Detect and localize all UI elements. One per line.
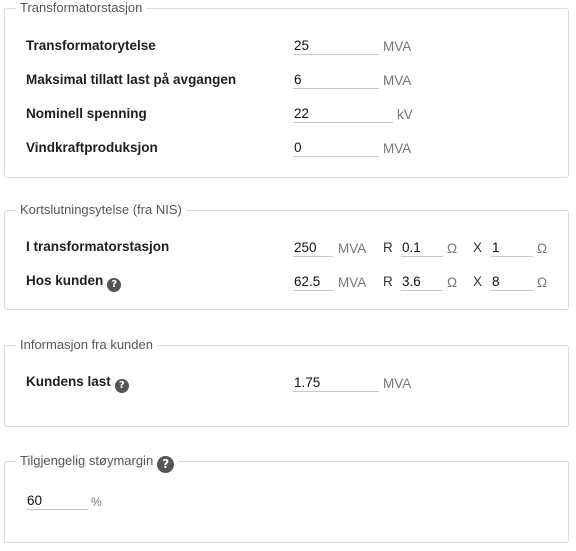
substation-r-label: R — [383, 240, 393, 255]
substation-x-unit: Ω — [537, 241, 548, 256]
transformer-legend: Transformatorstasjon — [16, 0, 147, 16]
substation-r-input[interactable]: 0.1 — [401, 239, 443, 257]
customer-site-help-icon[interactable]: ? — [107, 278, 122, 292]
customer-info-section: Informasjon fra kunden Kundens last? 1.7… — [4, 337, 569, 427]
customer-load-label: Kundens last? — [26, 374, 129, 393]
max-load-input[interactable]: 6 — [293, 71, 379, 89]
noise-margin-section: Tilgjengelig støymargin? 60 % — [4, 453, 569, 543]
substation-mva-input[interactable]: 250 — [293, 239, 333, 257]
customer-site-x-input[interactable]: 8 — [491, 273, 533, 291]
customer-info-legend: Informasjon fra kunden — [16, 337, 157, 353]
customer-load-unit: MVA — [383, 376, 412, 391]
nominal-voltage-label: Nominell spenning — [26, 106, 147, 121]
customer-site-label: Hos kunden? — [26, 273, 122, 292]
transformer-section: Transformatorstasjon Transformatorytelse… — [4, 0, 569, 178]
substation-label: I transformatorstasjon — [26, 239, 170, 254]
customer-load-input[interactable]: 1.75 — [293, 374, 379, 392]
noise-margin-unit: % — [91, 495, 102, 509]
wind-power-unit: MVA — [383, 141, 412, 156]
customer-site-mva-input[interactable]: 62.5 — [293, 273, 333, 291]
noise-margin-legend-text: Tilgjengelig støymargin — [20, 453, 154, 468]
max-load-label: Maksimal tillatt last på avgangen — [26, 72, 237, 87]
substation-x-input[interactable]: 1 — [491, 239, 533, 257]
substation-r-unit: Ω — [447, 241, 458, 256]
transformer-rating-label: Transformatorytelse — [26, 38, 156, 53]
substation-x-label: X — [473, 240, 483, 255]
transformer-rating-input[interactable]: 25 — [293, 37, 379, 55]
short-circuit-legend: Kortslutningsytelse (fra NIS) — [16, 202, 186, 218]
customer-site-label-text: Hos kunden — [26, 273, 104, 288]
noise-margin-input[interactable]: 60 — [26, 492, 88, 510]
short-circuit-section: Kortslutningsytelse (fra NIS) I transfor… — [4, 202, 569, 310]
customer-site-mva-unit: MVA — [338, 275, 367, 290]
noise-margin-legend: Tilgjengelig støymargin? — [16, 453, 179, 473]
customer-load-help-icon[interactable]: ? — [114, 379, 129, 393]
wind-power-label: Vindkraftproduksjon — [26, 140, 158, 155]
max-load-unit: MVA — [383, 73, 412, 88]
wind-power-input[interactable]: 0 — [293, 139, 379, 157]
customer-site-x-unit: Ω — [537, 275, 548, 290]
transformer-rating-unit: MVA — [383, 39, 412, 54]
customer-site-r-input[interactable]: 3.6 — [401, 273, 443, 291]
noise-margin-help-icon[interactable]: ? — [157, 456, 175, 473]
customer-site-x-label: X — [473, 274, 483, 289]
customer-site-r-label: R — [383, 274, 393, 289]
customer-site-r-unit: Ω — [447, 275, 458, 290]
substation-mva-unit: MVA — [338, 241, 367, 256]
customer-load-label-text: Kundens last — [26, 374, 111, 389]
nominal-voltage-input[interactable]: 22 — [293, 105, 393, 123]
nominal-voltage-unit: kV — [397, 107, 413, 122]
